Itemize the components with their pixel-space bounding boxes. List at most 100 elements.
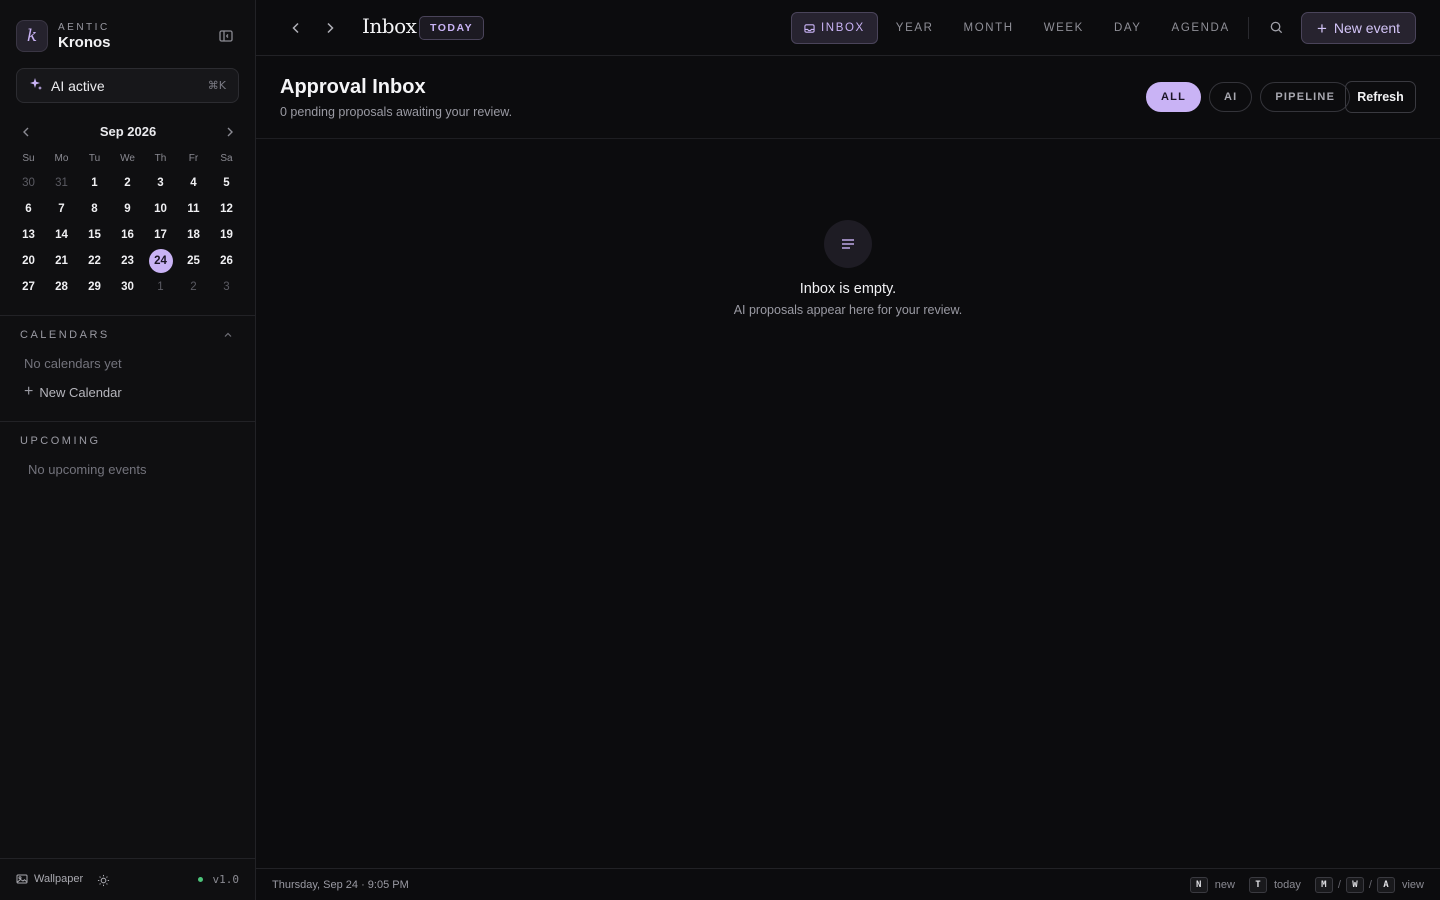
mini-calendar-day[interactable]: 30 — [12, 170, 45, 196]
chevron-up-icon[interactable] — [222, 329, 234, 344]
keyboard-shortcuts: N new T today M / W / A view — [1189, 877, 1424, 893]
tab-week[interactable]: WEEK — [1029, 12, 1099, 44]
divider — [0, 315, 255, 316]
search-icon[interactable] — [1269, 20, 1285, 36]
mini-calendar-day[interactable]: 4 — [177, 170, 210, 196]
filter-pipeline[interactable]: PIPELINE — [1260, 82, 1351, 112]
brand-prefix: AENTIC — [58, 21, 110, 33]
mini-calendar-day[interactable]: 9 — [111, 196, 144, 222]
sun-icon[interactable] — [97, 874, 110, 890]
day-number: 28 — [55, 281, 68, 293]
mini-calendar-day[interactable]: 31 — [45, 170, 78, 196]
calendars-empty: No calendars yet — [24, 356, 122, 371]
mini-calendar-today[interactable]: 24 — [144, 248, 177, 274]
weekday-label: We — [120, 153, 135, 164]
day-number: 3 — [223, 281, 230, 293]
chevron-left-icon[interactable] — [18, 124, 34, 140]
day-number: 9 — [124, 203, 131, 215]
shortcut-key-week: W — [1345, 877, 1364, 893]
tab-day[interactable]: DAY — [1099, 12, 1157, 44]
day-number: 2 — [190, 281, 197, 293]
version-indicator: v1.0 — [197, 873, 240, 886]
filter-ai[interactable]: AI — [1208, 82, 1253, 112]
ai-active-button[interactable]: AI active ⌘K — [16, 68, 239, 103]
mini-calendar-day[interactable]: 15 — [78, 222, 111, 248]
mini-calendar-day[interactable]: 25 — [177, 248, 210, 274]
chevron-left-icon[interactable] — [288, 20, 304, 36]
mini-calendar-day[interactable]: 3 — [210, 274, 243, 300]
mini-calendar-day[interactable]: 14 — [45, 222, 78, 248]
mini-calendar-day[interactable]: 2 — [111, 170, 144, 196]
upcoming-empty: No upcoming events — [28, 462, 147, 477]
chevron-right-icon[interactable] — [322, 20, 338, 36]
refresh-button[interactable]: Refresh — [1345, 81, 1416, 113]
weekday-label: Tu — [88, 153, 101, 164]
sparkle-icon — [29, 77, 43, 94]
mini-calendar-day[interactable]: 18 — [177, 222, 210, 248]
day-number: 3 — [157, 177, 164, 189]
new-event-button[interactable]: + New event — [1301, 12, 1416, 44]
version-label: v1.0 — [212, 873, 240, 886]
mini-calendar-day[interactable]: 30 — [111, 274, 144, 300]
mini-calendar-day[interactable]: 11 — [177, 196, 210, 222]
mini-calendar-day[interactable]: 8 — [78, 196, 111, 222]
page-title: Approval Inbox — [280, 76, 426, 98]
tab-month[interactable]: MONTH — [949, 12, 1029, 44]
mini-calendar-day[interactable]: 23 — [111, 248, 144, 274]
wallpaper-label: Wallpaper — [34, 873, 84, 885]
chevron-right-icon[interactable] — [222, 124, 238, 140]
day-number: 1 — [91, 177, 98, 189]
mini-calendar-day[interactable]: 3 — [144, 170, 177, 196]
day-number: 22 — [88, 255, 101, 267]
mini-calendar-day[interactable]: 1 — [78, 170, 111, 196]
filter-group: ALL AI PIPELINE — [1146, 82, 1358, 112]
mini-calendar-day[interactable]: 21 — [45, 248, 78, 274]
mini-calendar-day[interactable]: 27 — [12, 274, 45, 300]
filter-all[interactable]: ALL — [1146, 82, 1201, 112]
mini-calendar-day[interactable]: 29 — [78, 274, 111, 300]
mini-calendar-day[interactable]: 6 — [12, 196, 45, 222]
day-number: 30 — [22, 177, 35, 189]
mini-calendar-day[interactable]: 16 — [111, 222, 144, 248]
divider — [1248, 17, 1249, 39]
day-number: 5 — [223, 177, 230, 189]
mini-calendar-day[interactable]: 17 — [144, 222, 177, 248]
day-number: 31 — [55, 177, 68, 189]
day-number: 2 — [124, 177, 131, 189]
brand-logo: k — [16, 20, 48, 52]
mini-calendar-day[interactable]: 13 — [12, 222, 45, 248]
mini-calendar-grid: Su Mo Tu We Th Fr Sa 30 31 1 2 3 4 5 6 7 8 9 10 11 12 13 14 15 1… — [12, 148, 244, 300]
day-number: 10 — [154, 203, 167, 215]
mini-calendar-day[interactable]: 5 — [210, 170, 243, 196]
empty-state: Inbox is empty. AI proposals appear here… — [256, 220, 1440, 317]
day-number: 18 — [187, 229, 200, 241]
mini-calendar-day[interactable]: 22 — [78, 248, 111, 274]
day-number: 6 — [25, 203, 32, 215]
sidebar-collapse-icon[interactable] — [218, 28, 234, 44]
empty-subtitle: AI proposals appear here for your review… — [733, 303, 963, 317]
mini-calendar-day[interactable]: 20 — [12, 248, 45, 274]
mini-calendar-day[interactable]: 2 — [177, 274, 210, 300]
day-number: 11 — [187, 203, 200, 215]
day-number: 27 — [22, 281, 35, 293]
mini-calendar-day[interactable]: 10 — [144, 196, 177, 222]
mini-calendar-day[interactable]: 1 — [144, 274, 177, 300]
day-number: 17 — [154, 229, 167, 241]
wallpaper-button[interactable]: Wallpaper — [16, 873, 83, 885]
mini-calendar-day[interactable]: 7 — [45, 196, 78, 222]
shortcut-label-new: new — [1214, 879, 1235, 891]
weekday-label: Sa — [220, 153, 233, 164]
new-event-label: New event — [1333, 20, 1401, 36]
mini-calendar-day[interactable]: 19 — [210, 222, 243, 248]
brand[interactable]: k AENTIC Kronos — [16, 20, 111, 52]
today-button[interactable]: TODAY — [419, 16, 485, 40]
new-calendar-button[interactable]: + New Calendar — [24, 384, 122, 400]
tab-year[interactable]: YEAR — [881, 12, 949, 44]
tab-inbox[interactable]: INBOX — [791, 12, 878, 44]
weekday-label: Fr — [188, 153, 199, 164]
day-number: 23 — [121, 255, 134, 267]
mini-calendar-day[interactable]: 28 — [45, 274, 78, 300]
mini-calendar-day[interactable]: 26 — [210, 248, 243, 274]
mini-calendar-day[interactable]: 12 — [210, 196, 243, 222]
tab-agenda[interactable]: AGENDA — [1157, 12, 1245, 44]
